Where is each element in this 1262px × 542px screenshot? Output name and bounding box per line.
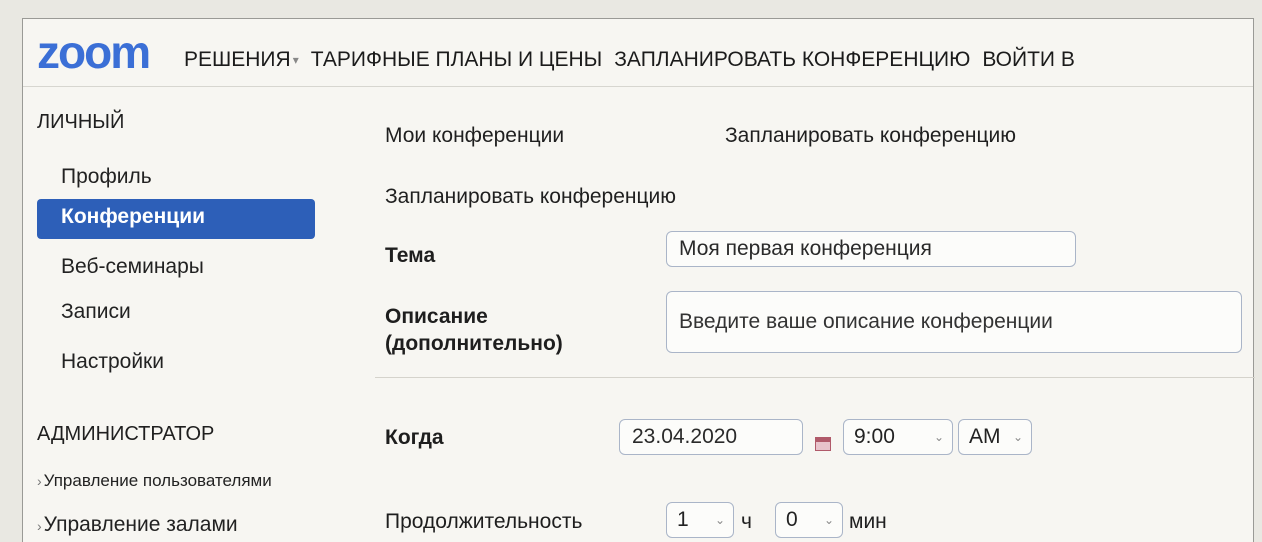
duration-label: Продолжительность xyxy=(385,510,583,533)
calendar-icon[interactable] xyxy=(815,437,831,451)
when-label: Когда xyxy=(385,426,444,449)
sidebar-item-user-management[interactable]: › Управление пользователями xyxy=(37,471,272,491)
sidebar-item-settings[interactable]: Настройки xyxy=(61,350,164,374)
tab-my-meetings[interactable]: Мои конференции xyxy=(385,124,564,148)
time-select[interactable]: 9:00 ⌄ xyxy=(843,419,953,455)
topic-label: Тема xyxy=(385,244,436,267)
description-label: Описание (дополнительно) xyxy=(385,303,563,357)
sidebar-item-room-management[interactable]: ›Управление залами xyxy=(37,513,238,537)
sidebar-item-webinars[interactable]: Веб-семинары xyxy=(61,255,204,279)
chevron-down-icon: ▾ xyxy=(292,53,299,67)
sidebar-heading-personal: ЛИЧНЫЙ xyxy=(37,111,125,133)
page-title: Запланировать конференцию xyxy=(385,185,677,208)
zoom-page: zoom РЕШЕНИЯ ▾ ТАРИФНЫЕ ПЛАНЫ И ЦЕНЫ ЗАПЛ… xyxy=(22,18,1255,542)
sidebar-item-meetings-label: Конференции xyxy=(61,205,206,228)
nav-signin[interactable]: ВОЙТИ В xyxy=(982,48,1075,72)
divider xyxy=(375,377,1255,378)
chevron-right-icon: › xyxy=(37,473,42,489)
sidebar-item-recordings[interactable]: Записи xyxy=(61,300,131,324)
chevron-down-icon: ⌄ xyxy=(1012,430,1023,444)
top-header: zoom РЕШЕНИЯ ▾ ТАРИФНЫЕ ПЛАНЫ И ЦЕНЫ ЗАПЛ… xyxy=(23,19,1253,87)
nav-schedule-meeting[interactable]: ЗАПЛАНИРОВАТЬ КОНФЕРЕНЦИЮ xyxy=(614,48,970,72)
ampm-select[interactable]: AM ⌄ xyxy=(958,419,1032,455)
chevron-down-icon: ⌄ xyxy=(933,430,944,444)
zoom-logo[interactable]: zoom xyxy=(37,29,151,75)
description-input[interactable]: Введите ваше описание конференции xyxy=(666,291,1242,353)
topic-input[interactable]: Моя первая конференция xyxy=(666,231,1076,267)
hours-unit: ч xyxy=(741,510,752,533)
chevron-right-icon: › xyxy=(37,518,42,534)
sidebar-item-profile[interactable]: Профиль xyxy=(61,165,152,189)
duration-hours-select[interactable]: 1 ⌄ xyxy=(666,502,734,538)
nav-solutions[interactable]: РЕШЕНИЯ ▾ xyxy=(184,48,299,72)
minutes-unit: мин xyxy=(849,510,887,533)
tab-schedule-meeting[interactable]: Запланировать конференцию xyxy=(725,124,1016,148)
nav-plans[interactable]: ТАРИФНЫЕ ПЛАНЫ И ЦЕНЫ xyxy=(311,48,603,72)
chevron-down-icon: ⌄ xyxy=(714,513,725,527)
date-input[interactable]: 23.04.2020 xyxy=(619,419,803,455)
top-nav: РЕШЕНИЯ ▾ ТАРИФНЫЕ ПЛАНЫ И ЦЕНЫ ЗАПЛАНИРО… xyxy=(184,47,1075,73)
duration-minutes-select[interactable]: 0 ⌄ xyxy=(775,502,843,538)
sidebar-heading-admin: АДМИНИСТРАТОР xyxy=(37,423,215,445)
description-label-line1: Описание xyxy=(385,305,488,328)
chevron-down-icon: ⌄ xyxy=(823,513,834,527)
description-label-line2: (дополнительно) xyxy=(385,332,563,355)
